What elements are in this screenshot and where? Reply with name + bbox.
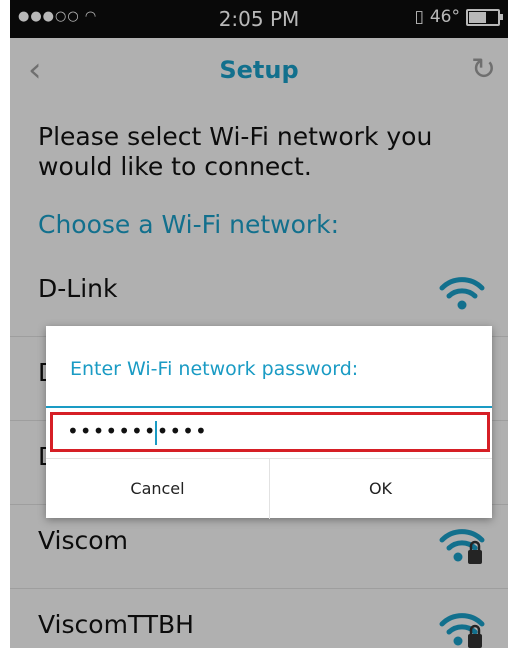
dialog-prompt: Enter Wi-Fi network password:: [70, 358, 359, 380]
dialog-button-row: Cancel OK: [46, 458, 492, 519]
dialog-divider: [46, 406, 492, 408]
cancel-button[interactable]: Cancel: [46, 459, 270, 519]
password-dialog: Enter Wi-Fi network password: ••••••••••…: [46, 326, 492, 519]
text-caret: [155, 421, 157, 445]
ok-button[interactable]: OK: [269, 459, 492, 519]
modal-overlay: [10, 0, 508, 648]
phone-screen: ●●●○○ ◠ 2:05 PM ▯ 46° ‹ Setup ↻ Please s…: [10, 0, 508, 648]
password-value: •••••••••••: [67, 419, 208, 443]
password-input[interactable]: •••••••••••: [50, 412, 490, 452]
